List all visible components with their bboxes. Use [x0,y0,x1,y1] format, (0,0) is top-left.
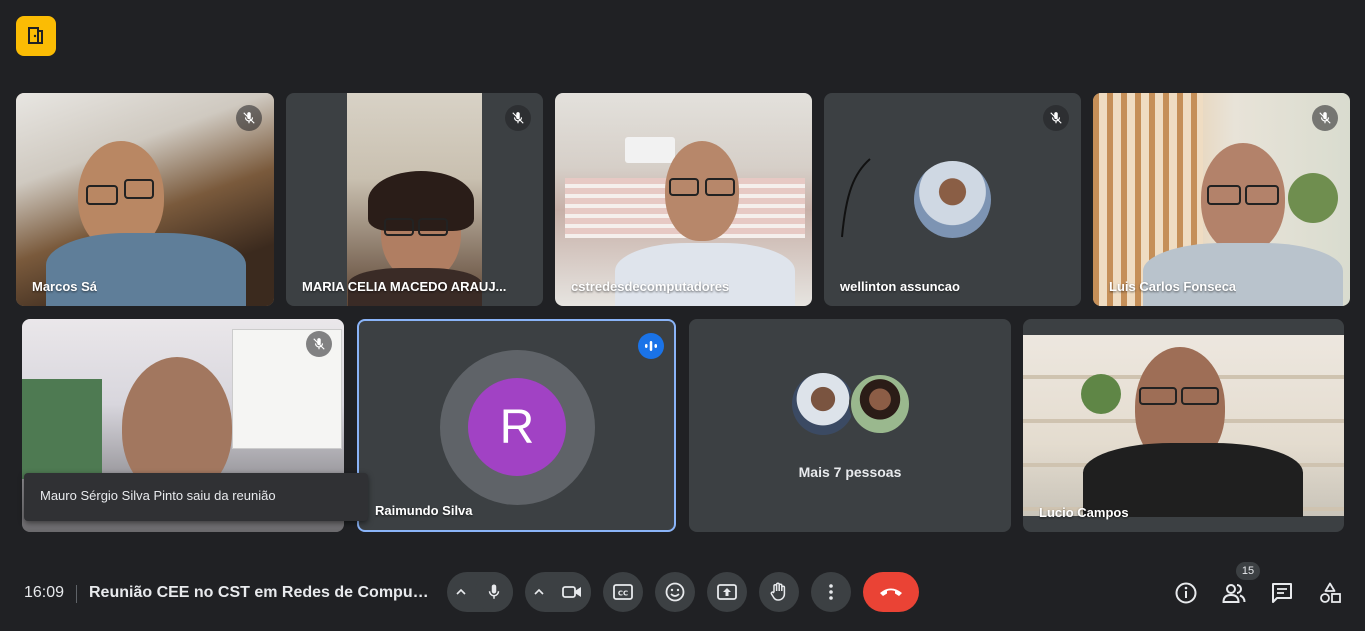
participant-body [46,233,246,306]
meet-door-icon [28,27,43,44]
mic-off-icon [243,112,255,124]
chat-icon [1272,583,1292,603]
meeting-title[interactable]: Reunião CEE no CST em Redes de Computa..… [89,584,429,602]
captions-icon: CC [613,584,633,600]
glasses [86,185,118,205]
raise-hand-button[interactable] [759,572,799,612]
mic-off-icon [313,338,325,350]
mic-off-icon [512,112,524,124]
mic-off-indicator [306,331,332,357]
plant [1288,173,1338,223]
participant-tile[interactable]: Lucio Campos [1023,319,1344,532]
video-options-button[interactable] [525,572,553,612]
participant-name: wellinton assuncao [840,279,960,294]
mic-control-group [447,572,513,612]
camera-button[interactable] [553,572,591,612]
leave-call-button[interactable] [863,572,919,612]
glasses [384,218,414,236]
green-board [22,379,102,479]
participant-name: MARIA CELIA MACEDO ARAUJ... [302,279,507,294]
meet-logo[interactable] [16,16,56,56]
glasses [1207,185,1241,205]
glasses [124,179,154,199]
more-participants-tile[interactable]: Mais 7 pessoas [689,319,1011,532]
info-icon [1175,582,1197,604]
raise-hand-icon [770,582,786,601]
participant-tile[interactable]: cstredesdecomputadores [555,93,812,306]
participant-body [1143,243,1343,306]
participant-tile[interactable]: MARIA CELIA MACEDO ARAUJ... [286,93,543,306]
audio-options-button[interactable] [447,572,475,612]
glasses [1181,387,1219,405]
emoji-reactions-button[interactable] [655,572,695,612]
svg-text:CC: CC [618,590,628,598]
participant-avatar [914,161,991,238]
mic-off-indicator [236,105,262,131]
drawing-scribble [841,158,871,238]
participant-avatar [792,373,854,435]
mic-off-indicator [505,105,531,131]
plant [1081,374,1121,414]
avatar-initial: R [499,400,535,454]
captions-button[interactable]: CC [603,572,643,612]
microphone-button[interactable] [475,572,513,612]
bottom-control-bar: 16:09 Reunião CEE no CST em Redes de Com… [0,560,1365,631]
participant-name: Raimundo Silva [375,503,473,518]
participant-tile[interactable]: Luis Carlos Fonseca [1093,93,1350,306]
mic-off-indicator [1312,105,1338,131]
glasses [1245,185,1279,205]
participant-name: cstredesdecomputadores [571,279,730,294]
divider [76,585,77,603]
meeting-clock: 16:09 [24,584,65,601]
emoji-icon [665,582,685,602]
air-conditioner [625,137,675,163]
activities-button[interactable] [1317,580,1343,606]
participant-name: Lucio Campos [1039,505,1129,520]
glasses [1139,387,1177,405]
people-icon [1222,584,1246,603]
speaking-indicator [638,333,664,359]
mic-off-indicator [1043,105,1069,131]
more-options-icon [829,584,833,600]
camera-control-group [525,572,591,612]
participant-count-badge: 15 [1236,562,1260,580]
participant-name: Luis Carlos Fonseca [1109,279,1237,294]
participant-tile-active-speaker[interactable]: R Raimundo Silva [357,319,676,532]
camera-icon [562,586,582,598]
glasses [418,218,448,236]
chevron-up-icon [456,588,466,595]
participant-body [615,243,795,306]
audio-wave-icon [645,341,657,351]
mic-off-icon [1319,112,1331,124]
activities-icon [1320,582,1341,603]
more-people-label: Mais 7 pessoas [798,464,902,480]
leave-notification-toast: Mauro Sérgio Silva Pinto saiu da reunião [24,473,368,521]
participant-tile[interactable]: Marcos Sá [16,93,274,306]
chevron-up-icon [534,588,544,595]
glasses [669,178,699,196]
microphone-icon [488,584,500,599]
participant-avatar [849,373,911,435]
more-options-button[interactable] [811,572,851,612]
participant-tile[interactable]: wellinton assuncao [824,93,1081,306]
present-now-button[interactable] [707,572,747,612]
glasses [705,178,735,196]
end-call-icon [880,588,902,596]
chat-button[interactable] [1269,580,1295,606]
participants-button[interactable] [1221,580,1247,606]
meeting-details-button[interactable] [1173,580,1199,606]
mic-off-icon [1050,112,1062,124]
participant-name: Marcos Sá [32,279,98,294]
participant-avatar: R [468,378,566,476]
present-icon [717,584,737,600]
